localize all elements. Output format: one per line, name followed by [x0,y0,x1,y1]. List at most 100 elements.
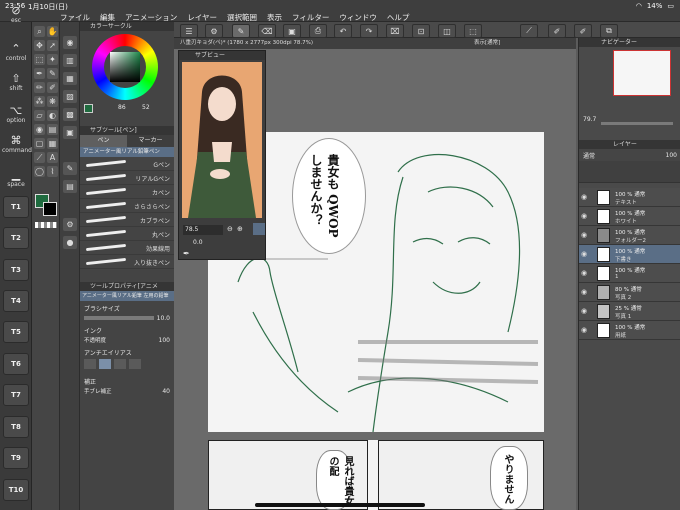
selection-icon[interactable]: ⬚ [464,24,482,38]
eye-icon[interactable]: ◉ [581,193,587,201]
brush-size-tab-icon[interactable]: ● [63,236,77,249]
edge-shift[interactable]: ⇧ shift [2,72,30,92]
settings-icon[interactable]: ⚙ [205,24,223,38]
brush-item[interactable]: カペン [80,185,174,199]
eyedropper-tool-icon[interactable]: ✒ [34,68,45,79]
layer-row[interactable]: ◉ 100 % 通常 フォルダー2 [579,226,680,245]
pencil-tool-icon[interactable]: ✏ [34,82,45,93]
reference-image[interactable] [182,62,262,218]
decoration-tool-icon[interactable]: ❋ [47,96,58,107]
eye-icon[interactable]: ◉ [581,212,587,220]
color-slider-tab-icon[interactable]: ▥ [63,54,77,67]
blend-mode-select[interactable]: 通常 [583,151,662,160]
eraser-icon[interactable]: ✐ [574,24,592,38]
clear-icon[interactable]: ⌫ [258,24,276,38]
antialias-strong[interactable] [129,359,141,369]
subview-zoom-field[interactable]: 78.5 [183,225,223,235]
text-tool-icon[interactable]: A [47,152,58,163]
eye-icon[interactable]: ◉ [581,288,587,296]
manga-page-next[interactable]: 見れば貴女の配 やりません [208,440,544,510]
layer-row-selected[interactable]: ◉ 100 % 通常 下書き [579,245,680,264]
fill-icon[interactable]: ▣ [283,24,301,38]
edge-esc[interactable]: ⊘ esc [2,4,30,24]
edge-t1[interactable]: T1 [3,196,29,218]
invert-selection-icon[interactable]: ◫ [438,24,456,38]
select-tool-icon[interactable]: ⬚ [34,54,45,65]
move-tool-icon[interactable]: ✥ [34,40,45,51]
save-icon[interactable]: ⎙ [309,24,327,38]
fit-view-icon[interactable] [253,223,265,235]
layer-row[interactable]: ◉ 25 % 通常 写真 1 [579,302,680,321]
edge-t3[interactable]: T3 [3,259,29,281]
brush-item[interactable]: さらさらペン [80,199,174,213]
edge-t8[interactable]: T8 [3,416,29,438]
edge-t5[interactable]: T5 [3,321,29,343]
layer-row[interactable]: ◉ 100 % 通常 ホワイト [579,207,680,226]
antialias-medium[interactable] [114,359,126,369]
pen-mode-icon[interactable]: ✎ [232,24,250,38]
brush-item[interactable]: 丸ペン [80,227,174,241]
eye-icon[interactable]: ◉ [581,269,587,277]
color-wheel-tab-icon[interactable]: ◉ [63,36,77,49]
tool-property-tab-icon[interactable]: ⚙ [63,218,77,231]
ruler-tool-icon[interactable]: ⟋ [34,152,45,163]
transparent-color-swatch[interactable] [35,222,57,228]
document-tab[interactable]: 八重刃キョダ(ペ)* (1780 x 2777px 300dpi 78.7%) … [174,38,576,49]
antialias-weak[interactable] [99,359,111,369]
hand-tool-icon[interactable]: ✋ [47,26,58,37]
eyedropper-icon[interactable]: ✒ [183,249,190,258]
brush-item[interactable]: Gペン [80,157,174,171]
intermediate-color-tab-icon[interactable]: ▨ [63,90,77,103]
tab-pen[interactable]: ペン [80,135,127,147]
subtool-set-name[interactable]: アニメーター風リアル鉛筆ペン [80,147,174,157]
zoom-in-icon[interactable]: ⊕ [237,225,243,233]
eye-icon[interactable]: ◉ [581,326,587,334]
edge-t2[interactable]: T2 [3,227,29,249]
brush-item[interactable]: リアルGペン [80,171,174,185]
eraser-tool-icon[interactable]: ▱ [34,110,45,121]
brush-icon[interactable]: ✐ [548,24,566,38]
eye-icon[interactable]: ◉ [581,231,587,239]
gradient-tool-icon[interactable]: ▤ [47,124,58,135]
fill-tool-icon[interactable]: ◉ [34,124,45,135]
approximate-color-tab-icon[interactable]: ▩ [63,108,77,121]
edge-space[interactable]: ▁ space [2,168,30,188]
layer-menu-icon[interactable]: ⧉ [600,24,618,38]
zoom-out-icon[interactable]: ⊖ [227,225,233,233]
auto-select-tool-icon[interactable]: ✦ [47,54,58,65]
layer-row[interactable]: ◉ 100 % 通常 テキスト [579,188,680,207]
airbrush-tool-icon[interactable]: ⁂ [34,96,45,107]
edge-t9[interactable]: T9 [3,447,29,469]
menu-toggle-icon[interactable]: ☰ [180,24,198,38]
blend-tool-icon[interactable]: ◐ [47,110,58,121]
navigator-zoom-slider[interactable] [601,122,673,125]
layer-opacity[interactable]: 100 [666,152,677,159]
crop-icon[interactable]: ⊡ [412,24,430,38]
pen-tool-icon[interactable]: ✎ [47,68,58,79]
zoom-tool-icon[interactable]: ⌕ [34,26,45,37]
edge-option[interactable]: ⌥ option [2,104,30,124]
brush-item[interactable]: 効果線用 [80,241,174,255]
correct-line-tool-icon[interactable]: ⌇ [47,166,58,177]
stabilize-value[interactable]: 40 [162,388,170,395]
layer-row[interactable]: ◉ 100 % 通常 1 [579,264,680,283]
subtool-tab-icon[interactable]: ✎ [63,162,77,175]
edge-t7[interactable]: T7 [3,384,29,406]
sub-color-swatch[interactable] [43,202,57,216]
saturation-value-square[interactable] [110,52,140,82]
frame-tool-icon[interactable]: ▦ [47,138,58,149]
redo-icon[interactable]: ↷ [360,24,378,38]
edge-t4[interactable]: T4 [3,290,29,312]
edge-command[interactable]: ⌘ command [2,134,32,154]
ruler-icon[interactable]: ⟋ [520,24,538,38]
history-tab-icon[interactable]: ▣ [63,126,77,139]
material-tab-icon[interactable]: ▤ [63,180,77,193]
edge-t10[interactable]: T10 [3,479,29,501]
edge-t6[interactable]: T6 [3,353,29,375]
eye-icon[interactable]: ◉ [581,250,587,258]
antialias-none[interactable] [84,359,96,369]
opacity-value[interactable]: 100 [159,337,170,344]
brush-item[interactable]: 入り抜きペン [80,255,174,269]
layer-row[interactable]: ◉ 100 % 通常 用紙 [579,321,680,340]
brush-item[interactable]: カブラペン [80,213,174,227]
